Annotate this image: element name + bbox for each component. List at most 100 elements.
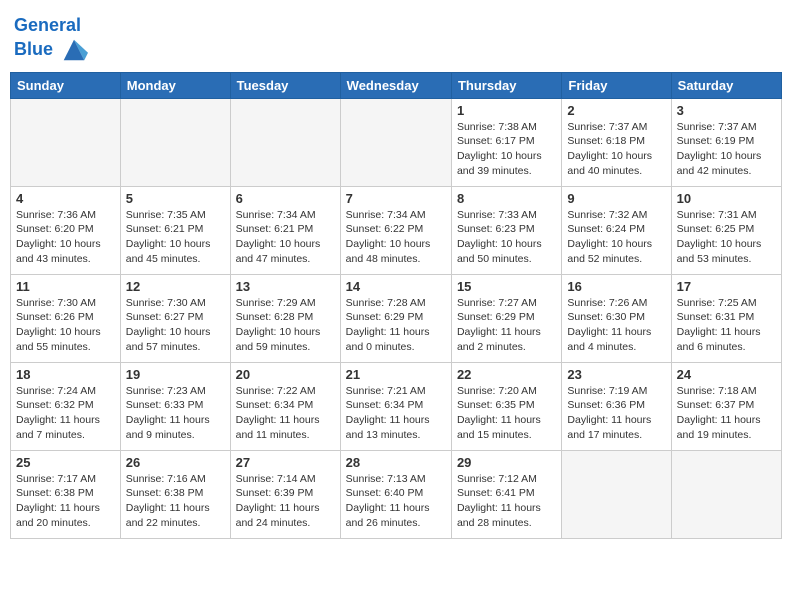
- calendar-cell: 25 Sunrise: 7:17 AMSunset: 6:38 PMDayligh…: [11, 450, 121, 538]
- col-header-saturday: Saturday: [671, 72, 781, 98]
- day-info: Sunrise: 7:34 AMSunset: 6:21 PMDaylight:…: [236, 208, 335, 267]
- calendar-cell: 12Sunrise: 7:30 AMSunset: 6:27 PMDayligh…: [120, 274, 230, 362]
- day-info: Sunrise: 7:13 AMSunset: 6:40 PMDaylight:…: [346, 472, 446, 531]
- day-info: Sunrise: 7:38 AMSunset: 6:17 PMDaylight:…: [457, 120, 556, 179]
- calendar-cell: 5 Sunrise: 7:35 AMSunset: 6:21 PMDaylight…: [120, 186, 230, 274]
- calendar-cell: 9Sunrise: 7:32 AMSunset: 6:24 PMDaylight…: [562, 186, 671, 274]
- calendar-week-row: 4 Sunrise: 7:36 AMSunset: 6:20 PMDaylight…: [11, 186, 782, 274]
- col-header-sunday: Sunday: [11, 72, 121, 98]
- day-number: 15: [457, 279, 556, 294]
- day-info: Sunrise: 7:37 AMSunset: 6:19 PMDaylight:…: [677, 120, 776, 179]
- col-header-tuesday: Tuesday: [230, 72, 340, 98]
- day-number: 29: [457, 455, 556, 470]
- calendar-cell: 6 Sunrise: 7:34 AMSunset: 6:21 PMDaylight…: [230, 186, 340, 274]
- day-number: 11: [16, 279, 115, 294]
- day-number: 21: [346, 367, 446, 382]
- day-number: 7: [346, 191, 446, 206]
- day-info: Sunrise: 7:30 AMSunset: 6:26 PMDaylight:…: [16, 296, 115, 355]
- day-number: 25: [16, 455, 115, 470]
- day-info: Sunrise: 7:25 AMSunset: 6:31 PMDaylight:…: [677, 296, 776, 355]
- day-info: Sunrise: 7:23 AMSunset: 6:33 PMDaylight:…: [126, 384, 225, 443]
- calendar-cell: 13 Sunrise: 7:29 AMSunset: 6:28 PMDayligh…: [230, 274, 340, 362]
- day-info: Sunrise: 7:20 AMSunset: 6:35 PMDaylight:…: [457, 384, 556, 443]
- day-info: Sunrise: 7:22 AMSunset: 6:34 PMDaylight:…: [236, 384, 335, 443]
- logo: General Blue: [14, 16, 88, 64]
- calendar-cell: 23Sunrise: 7:19 AMSunset: 6:36 PMDayligh…: [562, 362, 671, 450]
- day-info: Sunrise: 7:28 AMSunset: 6:29 PMDaylight:…: [346, 296, 446, 355]
- calendar-week-row: 25 Sunrise: 7:17 AMSunset: 6:38 PMDayligh…: [11, 450, 782, 538]
- day-number: 17: [677, 279, 776, 294]
- calendar-cell: [230, 98, 340, 186]
- calendar-cell: 3 Sunrise: 7:37 AMSunset: 6:19 PMDaylight…: [671, 98, 781, 186]
- day-info: Sunrise: 7:14 AMSunset: 6:39 PMDaylight:…: [236, 472, 335, 531]
- day-number: 14: [346, 279, 446, 294]
- calendar-cell: 10 Sunrise: 7:31 AMSunset: 6:25 PMDayligh…: [671, 186, 781, 274]
- day-number: 1: [457, 103, 556, 118]
- calendar-week-row: 1 Sunrise: 7:38 AMSunset: 6:17 PMDaylight…: [11, 98, 782, 186]
- calendar-cell: 14 Sunrise: 7:28 AMSunset: 6:29 PMDayligh…: [340, 274, 451, 362]
- day-number: 10: [677, 191, 776, 206]
- col-header-thursday: Thursday: [451, 72, 561, 98]
- day-info: Sunrise: 7:18 AMSunset: 6:37 PMDaylight:…: [677, 384, 776, 443]
- day-info: Sunrise: 7:36 AMSunset: 6:20 PMDaylight:…: [16, 208, 115, 267]
- day-number: 8: [457, 191, 556, 206]
- calendar-cell: [562, 450, 671, 538]
- calendar-cell: 19 Sunrise: 7:23 AMSunset: 6:33 PMDayligh…: [120, 362, 230, 450]
- day-number: 12: [126, 279, 225, 294]
- day-info: Sunrise: 7:17 AMSunset: 6:38 PMDaylight:…: [16, 472, 115, 531]
- calendar-cell: 17 Sunrise: 7:25 AMSunset: 6:31 PMDayligh…: [671, 274, 781, 362]
- day-number: 19: [126, 367, 225, 382]
- page-header: General Blue: [10, 10, 782, 64]
- calendar-cell: 18 Sunrise: 7:24 AMSunset: 6:32 PMDayligh…: [11, 362, 121, 450]
- calendar-cell: 4 Sunrise: 7:36 AMSunset: 6:20 PMDaylight…: [11, 186, 121, 274]
- calendar-cell: 15 Sunrise: 7:27 AMSunset: 6:29 PMDayligh…: [451, 274, 561, 362]
- col-header-monday: Monday: [120, 72, 230, 98]
- calendar-cell: [11, 98, 121, 186]
- day-number: 3: [677, 103, 776, 118]
- day-number: 27: [236, 455, 335, 470]
- calendar-cell: 27 Sunrise: 7:14 AMSunset: 6:39 PMDayligh…: [230, 450, 340, 538]
- day-info: Sunrise: 7:34 AMSunset: 6:22 PMDaylight:…: [346, 208, 446, 267]
- calendar-cell: 21Sunrise: 7:21 AMSunset: 6:34 PMDayligh…: [340, 362, 451, 450]
- day-number: 4: [16, 191, 115, 206]
- calendar-cell: 1 Sunrise: 7:38 AMSunset: 6:17 PMDaylight…: [451, 98, 561, 186]
- calendar-cell: [120, 98, 230, 186]
- day-number: 5: [126, 191, 225, 206]
- calendar-cell: 20Sunrise: 7:22 AMSunset: 6:34 PMDayligh…: [230, 362, 340, 450]
- day-number: 28: [346, 455, 446, 470]
- day-info: Sunrise: 7:27 AMSunset: 6:29 PMDaylight:…: [457, 296, 556, 355]
- day-number: 18: [16, 367, 115, 382]
- logo-icon: [60, 36, 88, 64]
- calendar-cell: 24 Sunrise: 7:18 AMSunset: 6:37 PMDayligh…: [671, 362, 781, 450]
- calendar-cell: 29 Sunrise: 7:12 AMSunset: 6:41 PMDayligh…: [451, 450, 561, 538]
- calendar-table: SundayMondayTuesdayWednesdayThursdayFrid…: [10, 72, 782, 539]
- calendar-header-row: SundayMondayTuesdayWednesdayThursdayFrid…: [11, 72, 782, 98]
- day-info: Sunrise: 7:12 AMSunset: 6:41 PMDaylight:…: [457, 472, 556, 531]
- day-info: Sunrise: 7:29 AMSunset: 6:28 PMDaylight:…: [236, 296, 335, 355]
- day-number: 16: [567, 279, 665, 294]
- day-info: Sunrise: 7:24 AMSunset: 6:32 PMDaylight:…: [16, 384, 115, 443]
- logo-text: General: [14, 16, 88, 36]
- calendar-cell: 28 Sunrise: 7:13 AMSunset: 6:40 PMDayligh…: [340, 450, 451, 538]
- day-info: Sunrise: 7:35 AMSunset: 6:21 PMDaylight:…: [126, 208, 225, 267]
- day-number: 22: [457, 367, 556, 382]
- col-header-friday: Friday: [562, 72, 671, 98]
- day-number: 24: [677, 367, 776, 382]
- day-number: 2: [567, 103, 665, 118]
- day-info: Sunrise: 7:31 AMSunset: 6:25 PMDaylight:…: [677, 208, 776, 267]
- calendar-cell: 8 Sunrise: 7:33 AMSunset: 6:23 PMDaylight…: [451, 186, 561, 274]
- calendar-cell: 16 Sunrise: 7:26 AMSunset: 6:30 PMDayligh…: [562, 274, 671, 362]
- day-number: 6: [236, 191, 335, 206]
- day-info: Sunrise: 7:26 AMSunset: 6:30 PMDaylight:…: [567, 296, 665, 355]
- day-info: Sunrise: 7:19 AMSunset: 6:36 PMDaylight:…: [567, 384, 665, 443]
- calendar-cell: 22 Sunrise: 7:20 AMSunset: 6:35 PMDayligh…: [451, 362, 561, 450]
- day-info: Sunrise: 7:37 AMSunset: 6:18 PMDaylight:…: [567, 120, 665, 179]
- day-info: Sunrise: 7:16 AMSunset: 6:38 PMDaylight:…: [126, 472, 225, 531]
- calendar-cell: [671, 450, 781, 538]
- calendar-week-row: 11 Sunrise: 7:30 AMSunset: 6:26 PMDayligh…: [11, 274, 782, 362]
- col-header-wednesday: Wednesday: [340, 72, 451, 98]
- day-number: 13: [236, 279, 335, 294]
- day-info: Sunrise: 7:33 AMSunset: 6:23 PMDaylight:…: [457, 208, 556, 267]
- logo-text-blue: Blue: [14, 36, 88, 64]
- day-number: 9: [567, 191, 665, 206]
